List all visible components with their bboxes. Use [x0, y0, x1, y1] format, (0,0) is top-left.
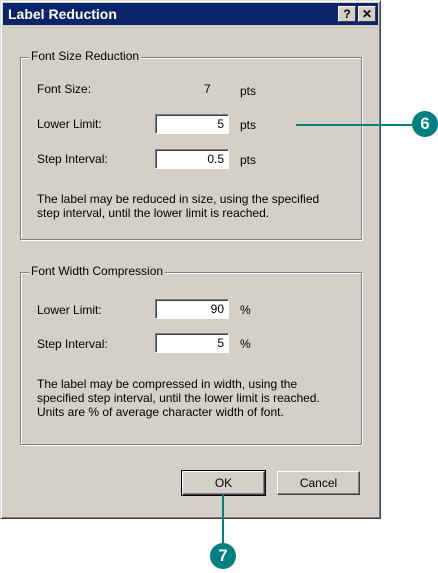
step-interval-label: Step Interval: — [37, 152, 108, 166]
cancel-button[interactable]: Cancel — [277, 471, 360, 495]
font-size-reduction-group: Font Size Reduction Font Size: 7 pts Low… — [20, 49, 362, 240]
lower-limit-label: Lower Limit: — [37, 303, 102, 317]
ok-button[interactable]: OK — [181, 470, 266, 496]
lower-limit-unit: pts — [240, 118, 257, 132]
description-line: Units are % of average character width o… — [37, 405, 284, 419]
step-callout-6: 6 — [412, 111, 438, 137]
group-legend: Font Width Compression — [29, 264, 166, 278]
step-interval-unit: % — [240, 337, 251, 351]
title-bar: Label Reduction ? ✕ — [3, 3, 378, 25]
description-line: The label may be reduced in size, using … — [37, 192, 320, 206]
lower-limit-label: Lower Limit: — [37, 117, 102, 131]
callout-leader-line — [296, 124, 420, 126]
description-line: step interval, until the lower limit is … — [37, 206, 270, 220]
dialog-title: Label Reduction — [8, 6, 117, 22]
lower-limit-unit: % — [240, 303, 251, 317]
step-interval-unit: pts — [240, 153, 257, 167]
close-button[interactable]: ✕ — [358, 6, 376, 22]
font-size-step-interval-field[interactable]: 0.5 — [155, 149, 229, 169]
font-width-lower-limit-field[interactable]: 90 — [155, 299, 229, 319]
font-size-value: 7 — [204, 82, 211, 96]
font-size-unit: pts — [240, 84, 257, 98]
description-line: The label may be compressed in width, us… — [37, 377, 298, 391]
font-width-description: The label may be compressed in width, us… — [37, 377, 320, 419]
label-reduction-dialog: Label Reduction ? ✕ Font Size Reduction … — [0, 0, 381, 519]
step-interval-label: Step Interval: — [37, 337, 108, 351]
callout-leader-line — [222, 494, 224, 548]
font-size-description: The label may be reduced in size, using … — [37, 192, 319, 220]
font-size-lower-limit-field[interactable]: 5 — [155, 114, 229, 134]
font-size-label: Font Size: — [37, 82, 92, 96]
step-callout-7: 7 — [210, 543, 236, 569]
help-button[interactable]: ? — [338, 6, 356, 22]
group-legend: Font Size Reduction — [29, 49, 142, 63]
font-width-compression-group: Font Width Compression Lower Limit: 90 %… — [20, 264, 362, 445]
description-line: specified step interval, until the lower… — [37, 391, 320, 405]
font-width-step-interval-field[interactable]: 5 — [155, 333, 229, 353]
